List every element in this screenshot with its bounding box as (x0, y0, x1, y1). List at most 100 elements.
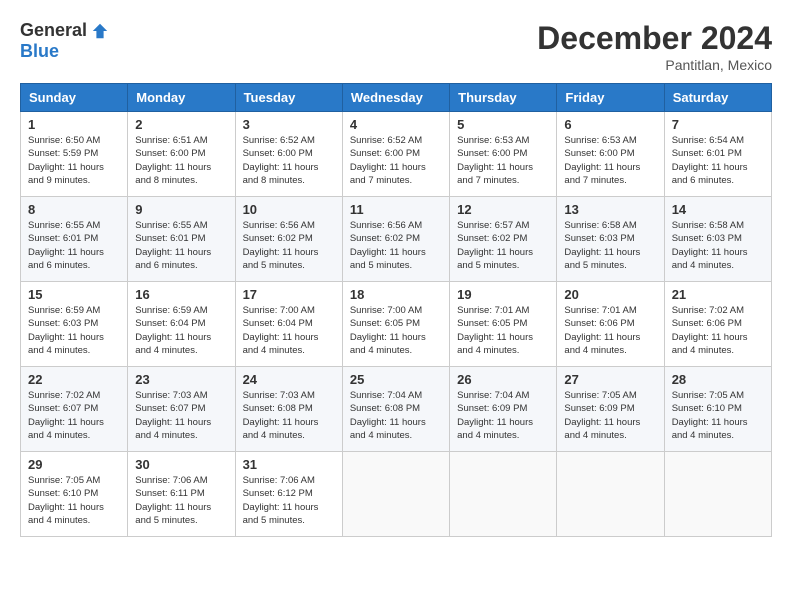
calendar-week-3: 15Sunrise: 6:59 AM Sunset: 6:03 PM Dayli… (21, 282, 772, 367)
location: Pantitlan, Mexico (537, 57, 772, 73)
day-info: Sunrise: 6:58 AM Sunset: 6:03 PM Dayligh… (564, 219, 656, 272)
month-title: December 2024 (537, 20, 772, 57)
table-row: 30Sunrise: 7:06 AM Sunset: 6:11 PM Dayli… (128, 452, 235, 537)
table-row: 14Sunrise: 6:58 AM Sunset: 6:03 PM Dayli… (664, 197, 771, 282)
day-info: Sunrise: 7:05 AM Sunset: 6:09 PM Dayligh… (564, 389, 656, 442)
day-number: 13 (564, 202, 656, 217)
col-tuesday: Tuesday (235, 84, 342, 112)
calendar-week-4: 22Sunrise: 7:02 AM Sunset: 6:07 PM Dayli… (21, 367, 772, 452)
col-wednesday: Wednesday (342, 84, 449, 112)
day-info: Sunrise: 7:02 AM Sunset: 6:07 PM Dayligh… (28, 389, 120, 442)
day-info: Sunrise: 6:56 AM Sunset: 6:02 PM Dayligh… (350, 219, 442, 272)
day-number: 25 (350, 372, 442, 387)
day-number: 29 (28, 457, 120, 472)
day-number: 24 (243, 372, 335, 387)
day-number: 4 (350, 117, 442, 132)
table-row: 20Sunrise: 7:01 AM Sunset: 6:06 PM Dayli… (557, 282, 664, 367)
table-row: 7Sunrise: 6:54 AM Sunset: 6:01 PM Daylig… (664, 112, 771, 197)
day-number: 14 (672, 202, 764, 217)
day-info: Sunrise: 7:01 AM Sunset: 6:06 PM Dayligh… (564, 304, 656, 357)
day-number: 31 (243, 457, 335, 472)
table-row (664, 452, 771, 537)
table-row: 6Sunrise: 6:53 AM Sunset: 6:00 PM Daylig… (557, 112, 664, 197)
page-header: General Blue December 2024 Pantitlan, Me… (20, 20, 772, 73)
table-row: 31 Sunrise: 7:06 AM Sunset: 6:12 PM Dayli… (235, 452, 342, 537)
table-row: 8 Sunrise: 6:55 AM Sunset: 6:01 PM Daylig… (21, 197, 128, 282)
table-row: 29 Sunrise: 7:05 AM Sunset: 6:10 PM Dayli… (21, 452, 128, 537)
day-info: Sunrise: 6:50 AM Sunset: 5:59 PM Dayligh… (28, 134, 120, 187)
table-row (342, 452, 449, 537)
day-number: 18 (350, 287, 442, 302)
table-row: 28 Sunrise: 7:05 AM Sunset: 6:10 PM Dayli… (664, 367, 771, 452)
table-row: 26 Sunrise: 7:04 AM Sunset: 6:09 PM Dayli… (450, 367, 557, 452)
table-row (557, 452, 664, 537)
calendar-week-5: 29 Sunrise: 7:05 AM Sunset: 6:10 PM Dayli… (21, 452, 772, 537)
calendar-week-1: 1 Sunrise: 6:50 AM Sunset: 5:59 PM Daylig… (21, 112, 772, 197)
day-info: Sunrise: 7:00 AM Sunset: 6:04 PM Dayligh… (243, 304, 335, 357)
day-number: 21 (672, 287, 764, 302)
table-row: 5Sunrise: 6:53 AM Sunset: 6:00 PM Daylig… (450, 112, 557, 197)
table-row: 16Sunrise: 6:59 AM Sunset: 6:04 PM Dayli… (128, 282, 235, 367)
day-number: 1 (28, 117, 120, 132)
day-info: Sunrise: 6:57 AM Sunset: 6:02 PM Dayligh… (457, 219, 549, 272)
day-info: Sunrise: 7:02 AM Sunset: 6:06 PM Dayligh… (672, 304, 764, 357)
day-info: Sunrise: 6:54 AM Sunset: 6:01 PM Dayligh… (672, 134, 764, 187)
logo-blue-text: Blue (20, 41, 59, 62)
calendar-table: Sunday Monday Tuesday Wednesday Thursday… (20, 83, 772, 537)
col-monday: Monday (128, 84, 235, 112)
day-info: Sunrise: 6:59 AM Sunset: 6:04 PM Dayligh… (135, 304, 227, 357)
day-number: 10 (243, 202, 335, 217)
day-info: Sunrise: 7:01 AM Sunset: 6:05 PM Dayligh… (457, 304, 549, 357)
table-row: 25 Sunrise: 7:04 AM Sunset: 6:08 PM Dayli… (342, 367, 449, 452)
day-number: 5 (457, 117, 549, 132)
day-info: Sunrise: 7:03 AM Sunset: 6:07 PM Dayligh… (135, 389, 227, 442)
day-number: 27 (564, 372, 656, 387)
table-row: 11 Sunrise: 6:56 AM Sunset: 6:02 PM Dayli… (342, 197, 449, 282)
day-info: Sunrise: 7:04 AM Sunset: 6:08 PM Dayligh… (350, 389, 442, 442)
calendar-week-2: 8 Sunrise: 6:55 AM Sunset: 6:01 PM Daylig… (21, 197, 772, 282)
table-row: 15Sunrise: 6:59 AM Sunset: 6:03 PM Dayli… (21, 282, 128, 367)
day-info: Sunrise: 6:52 AM Sunset: 6:00 PM Dayligh… (350, 134, 442, 187)
day-number: 19 (457, 287, 549, 302)
day-number: 26 (457, 372, 549, 387)
table-row: 13 Sunrise: 6:58 AM Sunset: 6:03 PM Dayli… (557, 197, 664, 282)
day-info: Sunrise: 6:59 AM Sunset: 6:03 PM Dayligh… (28, 304, 120, 357)
day-number: 12 (457, 202, 549, 217)
day-number: 6 (564, 117, 656, 132)
table-row: 23 Sunrise: 7:03 AM Sunset: 6:07 PM Dayli… (128, 367, 235, 452)
day-info: Sunrise: 7:04 AM Sunset: 6:09 PM Dayligh… (457, 389, 549, 442)
day-info: Sunrise: 7:05 AM Sunset: 6:10 PM Dayligh… (28, 474, 120, 527)
calendar-header-row: Sunday Monday Tuesday Wednesday Thursday… (21, 84, 772, 112)
table-row: 1 Sunrise: 6:50 AM Sunset: 5:59 PM Daylig… (21, 112, 128, 197)
table-row: 19 Sunrise: 7:01 AM Sunset: 6:05 PM Dayli… (450, 282, 557, 367)
table-row: 21 Sunrise: 7:02 AM Sunset: 6:06 PM Dayli… (664, 282, 771, 367)
day-info: Sunrise: 6:55 AM Sunset: 6:01 PM Dayligh… (28, 219, 120, 272)
table-row: 24 Sunrise: 7:03 AM Sunset: 6:08 PM Dayli… (235, 367, 342, 452)
day-info: Sunrise: 6:55 AM Sunset: 6:01 PM Dayligh… (135, 219, 227, 272)
day-number: 8 (28, 202, 120, 217)
table-row: 9Sunrise: 6:55 AM Sunset: 6:01 PM Daylig… (128, 197, 235, 282)
table-row: 17 Sunrise: 7:00 AM Sunset: 6:04 PM Dayli… (235, 282, 342, 367)
day-number: 23 (135, 372, 227, 387)
day-number: 11 (350, 202, 442, 217)
day-info: Sunrise: 7:03 AM Sunset: 6:08 PM Dayligh… (243, 389, 335, 442)
table-row: 2Sunrise: 6:51 AM Sunset: 6:00 PM Daylig… (128, 112, 235, 197)
day-info: Sunrise: 6:51 AM Sunset: 6:00 PM Dayligh… (135, 134, 227, 187)
day-number: 30 (135, 457, 227, 472)
col-friday: Friday (557, 84, 664, 112)
table-row: 4 Sunrise: 6:52 AM Sunset: 6:00 PM Daylig… (342, 112, 449, 197)
col-thursday: Thursday (450, 84, 557, 112)
table-row (450, 452, 557, 537)
day-info: Sunrise: 7:00 AM Sunset: 6:05 PM Dayligh… (350, 304, 442, 357)
day-info: Sunrise: 7:06 AM Sunset: 6:12 PM Dayligh… (243, 474, 335, 527)
col-sunday: Sunday (21, 84, 128, 112)
day-info: Sunrise: 6:52 AM Sunset: 6:00 PM Dayligh… (243, 134, 335, 187)
day-number: 3 (243, 117, 335, 132)
table-row: 3 Sunrise: 6:52 AM Sunset: 6:00 PM Daylig… (235, 112, 342, 197)
day-info: Sunrise: 6:56 AM Sunset: 6:02 PM Dayligh… (243, 219, 335, 272)
title-block: December 2024 Pantitlan, Mexico (537, 20, 772, 73)
table-row: 10 Sunrise: 6:56 AM Sunset: 6:02 PM Dayli… (235, 197, 342, 282)
day-number: 17 (243, 287, 335, 302)
day-info: Sunrise: 7:05 AM Sunset: 6:10 PM Dayligh… (672, 389, 764, 442)
day-number: 28 (672, 372, 764, 387)
